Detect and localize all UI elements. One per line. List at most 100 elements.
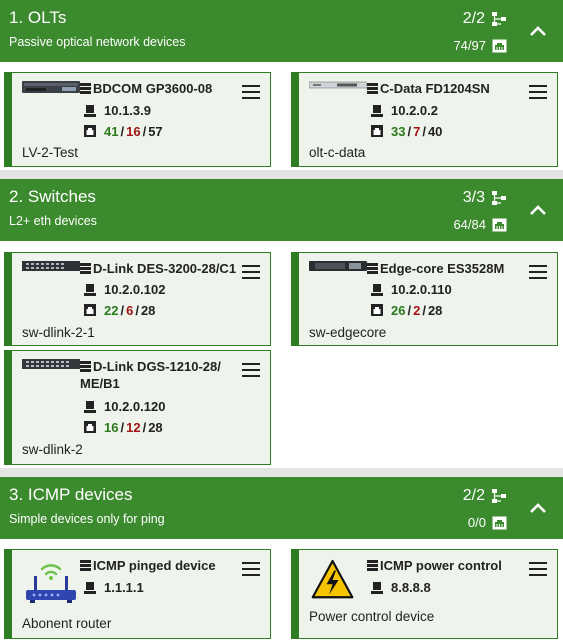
device-ip-text: 1.1.1.1 xyxy=(104,580,144,595)
device-ports: 16/12/28 xyxy=(80,420,163,435)
device-card[interactable]: ICMP power control 8.8.8.8 Power control… xyxy=(291,549,558,639)
device-model-line2: ME/B1 xyxy=(80,376,120,391)
device-menu-button[interactable] xyxy=(529,562,547,576)
device-menu-button[interactable] xyxy=(529,85,547,99)
server-icon xyxy=(367,263,378,274)
devices-online-count: 3/3 xyxy=(463,189,507,207)
devices-count-value: 2/2 xyxy=(462,10,485,27)
device-hostname: Power control device xyxy=(309,609,435,624)
ports-separator: / xyxy=(135,303,139,318)
device-card[interactable]: ICMP pinged device 1.1.1.1 Abonent route… xyxy=(4,549,271,639)
server-icon xyxy=(80,263,91,274)
devices-online-count: 2/2 xyxy=(463,487,507,505)
device-card[interactable]: D-Link DGS-1210-28/ME/B1 10.2.0.120 16/1… xyxy=(4,350,271,465)
device-model-line1: D-Link DGS-1210-28/ xyxy=(93,359,221,374)
ethernet-port-icon xyxy=(84,421,96,433)
collapse-button[interactable] xyxy=(513,0,563,62)
section-title: 3. ICMP devices xyxy=(9,485,133,504)
ports-separator: / xyxy=(422,124,426,139)
section-body-icmp: ICMP pinged device 1.1.1.1 Abonent route… xyxy=(0,539,563,644)
device-ip-text: 10.1.3.9 xyxy=(104,103,151,118)
device-model-text: C-Data FD1204SN xyxy=(380,81,490,96)
ethernet-port-icon xyxy=(84,304,96,316)
device-model-text: ICMP power control xyxy=(380,558,502,573)
device-menu-button[interactable] xyxy=(242,363,260,377)
device-menu-button[interactable] xyxy=(529,265,547,279)
computer-icon xyxy=(371,582,383,594)
computer-icon xyxy=(84,284,96,296)
section-body-olts: BDCOM GP3600-08 10.1.3.9 41/16/57 LV-2-T… xyxy=(0,62,563,170)
device-card[interactable]: Edge-core ES3528M 10.2.0.110 26/2/28 sw-… xyxy=(291,252,558,346)
ethernet-port-icon xyxy=(371,304,383,316)
device-card[interactable]: C-Data FD1204SN 10.2.0.2 33/7/40 olt-c-d… xyxy=(291,72,558,167)
device-ip-text: 8.8.8.8 xyxy=(391,580,431,595)
server-icon xyxy=(80,560,91,571)
device-ip: 10.2.0.120 xyxy=(80,399,165,414)
collapse-button[interactable] xyxy=(513,477,563,539)
device-card[interactable]: BDCOM GP3600-08 10.1.3.9 41/16/57 LV-2-T… xyxy=(4,72,271,167)
ethernet-port-icon xyxy=(492,218,507,231)
device-hostname: LV-2-Test xyxy=(22,145,79,160)
device-model: ICMP power control xyxy=(367,557,527,574)
ports-down: 16 xyxy=(126,124,141,139)
switch-device-image xyxy=(22,261,80,271)
device-model-text: D-Link DGS-1210-28/ME/B1 xyxy=(80,358,221,392)
olt-device-image xyxy=(309,81,367,89)
ports-total: 28 xyxy=(427,303,443,318)
computer-icon xyxy=(371,284,383,296)
section-header-olts: 1. OLTs Passive optical network devices … xyxy=(0,0,563,62)
collapse-button[interactable] xyxy=(513,179,563,241)
device-ip: 10.2.0.102 xyxy=(80,282,165,297)
ports-down: 6 xyxy=(126,303,134,318)
device-ports: 41/16/57 xyxy=(80,124,163,139)
ethernet-port-icon xyxy=(492,39,507,52)
olt-device-image xyxy=(22,81,80,93)
device-ip: 10.1.3.9 xyxy=(80,103,151,118)
ports-separator: / xyxy=(407,124,412,139)
section-header-icmp: 3. ICMP devices Simple devices only for … xyxy=(0,477,563,539)
ports-count-value: 64/84 xyxy=(453,217,486,232)
device-model: Edge-core ES3528M xyxy=(367,260,527,277)
device-model: D-Link DES-3200-28/C1 xyxy=(80,260,240,277)
device-model-text: ICMP pinged device xyxy=(93,558,216,573)
ports-count-value: 74/97 xyxy=(453,38,486,53)
device-menu-button[interactable] xyxy=(242,85,260,99)
device-ip: 1.1.1.1 xyxy=(80,580,144,595)
device-ip: 10.2.0.110 xyxy=(367,282,452,297)
chevron-up-icon xyxy=(530,503,546,513)
computer-icon xyxy=(84,582,96,594)
ports-separator: / xyxy=(422,303,426,318)
server-icon xyxy=(367,83,378,94)
router-device-image xyxy=(26,564,76,603)
device-model-text: Edge-core ES3528M xyxy=(380,261,505,276)
ports-total: 28 xyxy=(140,303,156,318)
device-hostname: sw-edgecore xyxy=(309,325,387,340)
computer-icon xyxy=(84,105,96,117)
ports-down: 7 xyxy=(413,124,421,139)
device-hostname: olt-c-data xyxy=(309,145,366,160)
ports-total: 40 xyxy=(427,124,443,139)
high-voltage-warning-icon xyxy=(311,559,354,599)
server-icon xyxy=(80,83,91,94)
device-hostname: sw-dlink-2 xyxy=(22,442,83,457)
section-subtitle: Passive optical network devices xyxy=(9,35,186,49)
section-body-switches: D-Link DES-3200-28/C1 10.2.0.102 22/6/28… xyxy=(0,241,563,468)
ports-total: 57 xyxy=(148,124,163,139)
ethernet-port-icon xyxy=(492,516,507,529)
section-title: 2. Switches xyxy=(9,187,96,206)
ports-up: 22 xyxy=(104,303,119,318)
device-ip: 8.8.8.8 xyxy=(367,580,431,595)
ports-up: 33 xyxy=(391,124,406,139)
device-card[interactable]: D-Link DES-3200-28/C1 10.2.0.102 22/6/28… xyxy=(4,252,271,346)
ports-count-value: 0/0 xyxy=(467,515,486,530)
device-menu-button[interactable] xyxy=(242,562,260,576)
device-menu-button[interactable] xyxy=(242,265,260,279)
devices-count-value: 3/3 xyxy=(462,189,485,206)
device-model-text: BDCOM GP3600-08 xyxy=(93,81,213,96)
ports-up: 26 xyxy=(391,303,406,318)
server-icon xyxy=(80,361,91,372)
device-model: ICMP pinged device xyxy=(80,557,240,574)
device-ports: 26/2/28 xyxy=(367,303,442,318)
switch-device-image xyxy=(309,261,367,271)
devices-count-value: 2/2 xyxy=(462,487,485,504)
